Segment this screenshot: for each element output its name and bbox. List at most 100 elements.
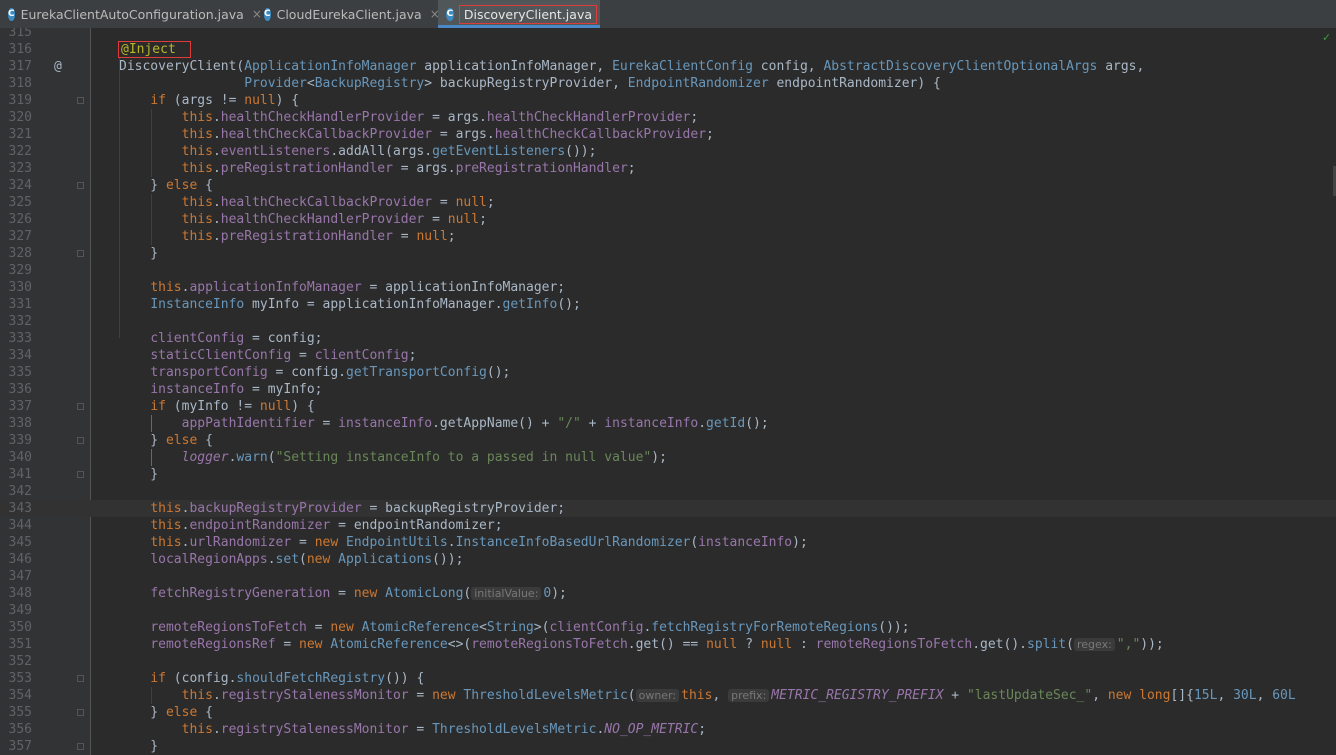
code-line[interactable]: 351 remoteRegionsRef = new AtomicReferen… xyxy=(0,636,1336,653)
line-number[interactable]: 340 xyxy=(0,449,32,466)
fold-marker-icon[interactable] xyxy=(77,709,84,716)
code-line[interactable]: 347 xyxy=(0,568,1336,585)
code-line[interactable]: 352 xyxy=(0,653,1336,670)
line-number[interactable]: 336 xyxy=(0,381,32,398)
tab-cloud-eureka-client[interactable]: C CloudEurekaClient.java × xyxy=(256,0,440,28)
code-line[interactable]: 327 this.preRegistrationHandler = null; xyxy=(0,228,1336,245)
code-line[interactable]: 345 this. urlRandomizer = new EndpointUti… xyxy=(0,534,1336,551)
line-number[interactable]: 350 xyxy=(0,619,32,636)
code-line[interactable]: 325 this.healthCheckCallbackProvider = n… xyxy=(0,194,1336,211)
line-number[interactable]: 349 xyxy=(0,602,32,619)
line-number[interactable]: 344 xyxy=(0,517,32,534)
code-line[interactable]: 326 this.healthCheckHandlerProvider = nu… xyxy=(0,211,1336,228)
line-number[interactable]: 342 xyxy=(0,483,32,500)
code-line[interactable]: 356 this.registryStalenessMonitor = Thre… xyxy=(0,721,1336,738)
line-number[interactable]: 354 xyxy=(0,687,32,704)
line-number[interactable]: 327 xyxy=(0,228,32,245)
line-number[interactable]: 339 xyxy=(0,432,32,449)
line-number[interactable]: 347 xyxy=(0,568,32,585)
code-line[interactable]: 354 this.registryStalenessMonitor = new … xyxy=(0,687,1336,704)
line-number[interactable]: 319 xyxy=(0,92,32,109)
code-line[interactable]: 348 fetchRegistryGeneration = new Atomic… xyxy=(0,585,1336,602)
code-line[interactable]: 317 @ DiscoveryClient(ApplicationInfoManag… xyxy=(0,58,1336,75)
code-line[interactable]: 318 Provider<BackupRegistry> backupRegis… xyxy=(0,75,1336,92)
code-line[interactable]: 323 this.preRegistrationHandler = args.p… xyxy=(0,160,1336,177)
line-number[interactable]: 317 xyxy=(0,58,32,75)
code-line[interactable]: 336 instanceInfo = myInfo; xyxy=(0,381,1336,398)
line-number[interactable]: 318 xyxy=(0,75,32,92)
line-number[interactable]: 322 xyxy=(0,143,32,160)
code-line[interactable]: 320 this.healthCheckHandlerProvider = ar… xyxy=(0,109,1336,126)
code-line[interactable]: 357 } xyxy=(0,738,1336,755)
line-number[interactable]: 330 xyxy=(0,279,32,296)
line-number[interactable]: 341 xyxy=(0,466,32,483)
code-line[interactable]: 324 } else { xyxy=(0,177,1336,194)
line-number[interactable]: 345 xyxy=(0,534,32,551)
code-line[interactable]: 343 this.backupRegistryProvider = backup… xyxy=(0,500,1336,517)
fold-marker-icon[interactable] xyxy=(77,743,84,750)
line-number[interactable]: 326 xyxy=(0,211,32,228)
code-line[interactable]: 316 @Inject xyxy=(0,41,1336,58)
code-line[interactable]: 335 transportConfig = config.getTranspor… xyxy=(0,364,1336,381)
code-line[interactable]: 319 if (args != null) { xyxy=(0,92,1336,109)
line-number[interactable]: 346 xyxy=(0,551,32,568)
tab-discovery-client[interactable]: C DiscoveryClient.java xyxy=(438,0,600,28)
code-line[interactable]: 339 } else { xyxy=(0,432,1336,449)
code-line[interactable]: 329 xyxy=(0,262,1336,279)
fold-marker-icon[interactable] xyxy=(77,97,84,104)
line-number[interactable]: 334 xyxy=(0,347,32,364)
line-number[interactable]: 335 xyxy=(0,364,32,381)
line-number[interactable]: 351 xyxy=(0,636,32,653)
code-line[interactable]: 337 if (myInfo != null) { xyxy=(0,398,1336,415)
fold-marker-icon[interactable] xyxy=(77,182,84,189)
code-line[interactable]: 334 staticClientConfig = clientConfig; xyxy=(0,347,1336,364)
line-number[interactable]: 320 xyxy=(0,109,32,126)
code-line[interactable]: 353 if (config.shouldFetchRegistry()) { xyxy=(0,670,1336,687)
line-number[interactable]: 348 xyxy=(0,585,32,602)
line-number[interactable]: 323 xyxy=(0,160,32,177)
line-number[interactable]: 356 xyxy=(0,721,32,738)
code-line[interactable]: 349 xyxy=(0,602,1336,619)
line-number[interactable]: 338 xyxy=(0,415,32,432)
tab-eureka-client-auto-configuration[interactable]: C EurekaClientAutoConfiguration.java × xyxy=(0,0,262,28)
code-line[interactable]: 355 } else { xyxy=(0,704,1336,721)
fold-marker-icon[interactable] xyxy=(77,250,84,257)
line-number[interactable]: 343 xyxy=(0,500,32,517)
line-number[interactable]: 337 xyxy=(0,398,32,415)
code-line[interactable]: 315 xyxy=(0,28,1336,41)
line-number[interactable]: 352 xyxy=(0,653,32,670)
line-number[interactable]: 324 xyxy=(0,177,32,194)
line-number[interactable]: 316 xyxy=(0,41,32,58)
fold-marker-icon[interactable] xyxy=(77,471,84,478)
line-number[interactable]: 353 xyxy=(0,670,32,687)
fold-marker-icon[interactable] xyxy=(77,403,84,410)
code-line[interactable]: 328 } xyxy=(0,245,1336,262)
line-number[interactable]: 331 xyxy=(0,296,32,313)
line-number[interactable]: 329 xyxy=(0,262,32,279)
code-line[interactable]: 342 xyxy=(0,483,1336,500)
code-line[interactable]: 332 xyxy=(0,313,1336,330)
line-number[interactable]: 325 xyxy=(0,194,32,211)
code-line[interactable]: 346 localRegionApps.set(new Applications… xyxy=(0,551,1336,568)
code-line[interactable]: 341 } xyxy=(0,466,1336,483)
line-number[interactable]: 321 xyxy=(0,126,32,143)
line-number[interactable]: 355 xyxy=(0,704,32,721)
line-number[interactable]: 333 xyxy=(0,330,32,347)
code-editor[interactable]: 315 316 @Inject 317 @ DiscoveryClient(Applica… xyxy=(0,28,1336,755)
line-number[interactable]: 357 xyxy=(0,738,32,755)
annotation-gutter-icon[interactable]: @ xyxy=(54,58,62,75)
code-line[interactable]: 340 logger.warn("Setting instanceInfo to… xyxy=(0,449,1336,466)
code-line[interactable]: 344 this.endpointRandomizer = endpointRa… xyxy=(0,517,1336,534)
code-line[interactable]: 331 InstanceInfo myInfo = applicationInf… xyxy=(0,296,1336,313)
code-line[interactable]: 338 appPathIdentifier = instanceInfo.get… xyxy=(0,415,1336,432)
fold-marker-icon[interactable] xyxy=(77,437,84,444)
inspection-ok-icon[interactable]: ✓ xyxy=(1323,30,1330,44)
fold-marker-icon[interactable] xyxy=(77,675,84,682)
line-number[interactable]: 315 xyxy=(0,28,32,41)
code-line[interactable]: 321 this.healthCheckCallbackProvider = a… xyxy=(0,126,1336,143)
code-line[interactable]: 333 clientConfig = config; xyxy=(0,330,1336,347)
code-line[interactable]: 350 remoteRegionsToFetch = new AtomicRef… xyxy=(0,619,1336,636)
line-number[interactable]: 328 xyxy=(0,245,32,262)
code-line[interactable]: 322 this.eventListeners.addAll(args.getE… xyxy=(0,143,1336,160)
code-line[interactable]: 330 this.applicationInfoManager = applic… xyxy=(0,279,1336,296)
